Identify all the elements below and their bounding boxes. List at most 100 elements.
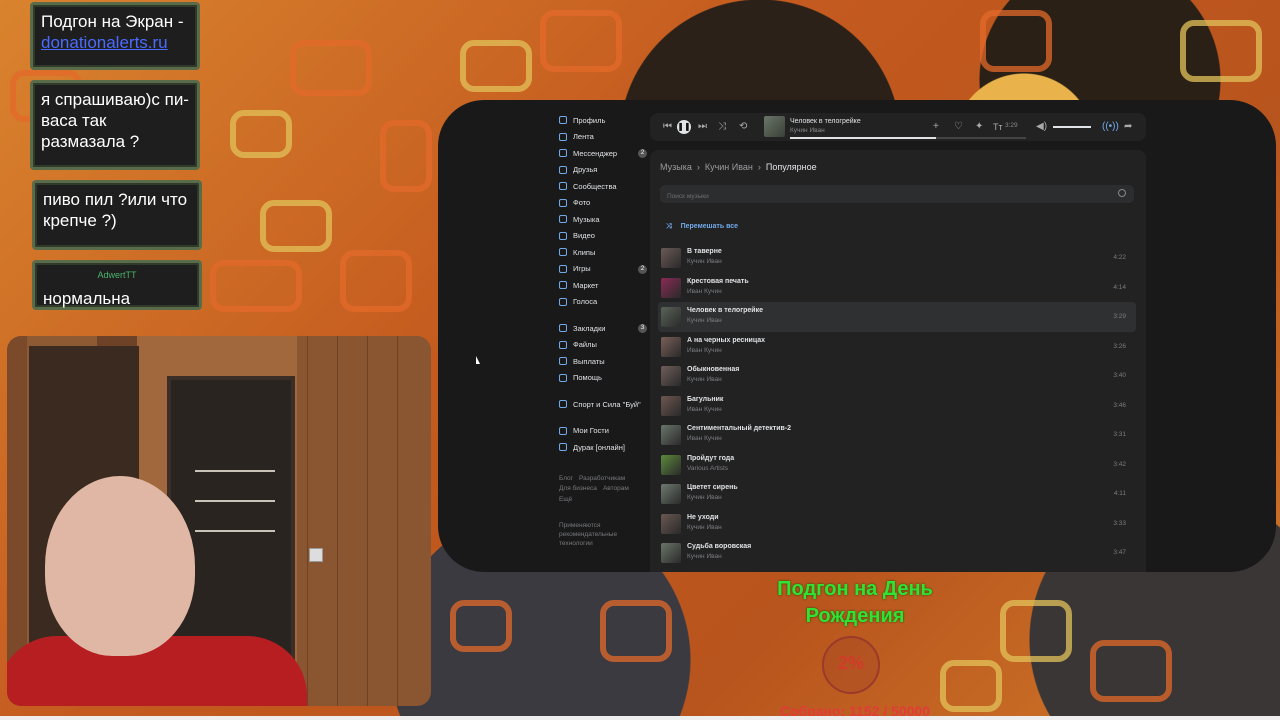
track-row[interactable]: Крестовая печать Иван Кучин 4:14 [658, 273, 1136, 303]
recommendation-note[interactable]: Применяются рекомендательные технологии [559, 521, 629, 548]
sidebar-item[interactable]: Видео [559, 228, 645, 245]
track-row[interactable]: Не уходи Кучин Иван 3:33 [658, 509, 1136, 539]
breadcrumb-artist[interactable]: Кучин Иван [705, 162, 753, 172]
track-row[interactable]: А на черных ресницах Иван Кучин 3:26 [658, 332, 1136, 362]
track-cover [661, 336, 681, 357]
chat-author: AdwertTT [97, 270, 137, 280]
track-artist: Кучин Иван [687, 376, 722, 383]
sidebar-item[interactable]: Сообщества [559, 178, 645, 195]
counter-badge: 2 [638, 149, 647, 158]
volume-slider[interactable] [1053, 126, 1091, 128]
sidebar-item[interactable]: Музыка [559, 211, 645, 228]
track-row[interactable]: Цветет сирень Кучин Иван 4:11 [658, 479, 1136, 509]
lyrics-icon[interactable]: Tт [993, 120, 1003, 134]
track-row[interactable]: Судьба воровская Кучин Иван 3:47 [658, 538, 1136, 568]
sidebar-item[interactable]: Профиль [559, 112, 645, 129]
track-duration: 3:31 [1113, 431, 1126, 438]
sidebar-item[interactable]: Лента [559, 129, 645, 146]
now-playing-artist: Кучин Иван [790, 127, 825, 134]
track-artist: Various Artists [687, 464, 729, 472]
track-row[interactable]: Обыкновенная Кучин Иван 3:40 [658, 361, 1136, 391]
sidebar-item[interactable]: Спорт и Сила "Буй" [559, 396, 645, 413]
footer-link[interactable]: Авторам [603, 485, 629, 492]
footer-link[interactable]: Ещё [559, 496, 572, 503]
sidebar-item-label: Лента [573, 132, 594, 142]
counter-badge: 3 [638, 324, 647, 333]
track-duration: 3:40 [1113, 372, 1126, 379]
help-icon [559, 373, 567, 382]
shuffle-all-button[interactable]: ⤨ Перемешать все [666, 223, 738, 231]
sidebar-item[interactable]: Мессенджер 2 [559, 145, 647, 162]
sidebar-item[interactable]: Выплаты [559, 353, 645, 370]
votes-icon [559, 297, 567, 306]
sidebar-item[interactable]: Голоса [559, 294, 645, 311]
messenger-icon [559, 149, 567, 158]
chat-link[interactable]: donationalerts.ru [41, 32, 189, 53]
shuffle-icon[interactable]: ⤨ [718, 120, 726, 134]
game-app-icon [559, 443, 567, 452]
bookmarks-icon [559, 324, 567, 333]
footer-link[interactable]: Блог [559, 475, 573, 482]
sidebar-item[interactable]: Фото [559, 195, 645, 212]
sidebar-item[interactable]: Дурак [онлайн] [559, 439, 645, 456]
track-title: Пройдут года [687, 454, 735, 462]
track-title: А на черных ресницах [687, 336, 766, 344]
track-duration: 3:47 [1113, 549, 1126, 556]
sidebar-item[interactable]: Друзья [559, 162, 645, 179]
add-icon[interactable]: + [933, 120, 939, 134]
sidebar-item[interactable]: Мои Гости [559, 423, 645, 440]
sidebar-item-label: Маркет [573, 280, 599, 290]
track-list: В таверне Кучин Иван 4:22 Крестовая печать И… [658, 243, 1136, 568]
sidebar-item-label: Выплаты [573, 356, 605, 366]
sidebar-item[interactable]: Игры 2 [559, 261, 647, 278]
recommend-icon[interactable]: ✦ [975, 120, 983, 134]
track-row[interactable]: В таверне Кучин Иван 4:22 [658, 243, 1136, 273]
track-artist: Кучин Иван [687, 317, 722, 324]
track-artist: Кучин Иван [687, 258, 722, 265]
breadcrumb: Музыка › Кучин Иван › Популярное [660, 162, 817, 172]
pause-button[interactable]: ❚❚ [677, 120, 691, 134]
track-duration: 3:46 [1113, 401, 1126, 409]
sidebar-item[interactable]: Закладки 3 [559, 320, 647, 337]
music-content: Музыка›Кучин Иван›Популярное ⤨ Перемешать… [650, 150, 1146, 572]
friends-icon [559, 165, 567, 174]
dislike-icon[interactable]: ♡ [954, 120, 963, 134]
track-row[interactable]: Багульник Иван Кучин 3:46 [658, 391, 1136, 421]
next-track-icon[interactable]: ⏭ [698, 120, 707, 134]
footer-link[interactable]: Для бизнеса [559, 485, 597, 492]
sidebar-item-label: Игры [573, 264, 591, 274]
search-icon[interactable] [1118, 189, 1126, 197]
sidebar-item-label: Мои Гости [573, 426, 609, 436]
track-title: В таверне [687, 248, 722, 255]
track-artist: Кучин Иван [687, 553, 722, 560]
goal-percent: 2% [837, 653, 864, 673]
sidebar-item-label: Закладки [573, 323, 606, 333]
chat-message: пиво пил ?или что крепче ?) [32, 180, 202, 250]
chat-message: Подгон на Экран - donationalerts.ru [30, 2, 200, 70]
footer-link[interactable]: Разработчикам [579, 475, 625, 482]
volume-icon[interactable]: ◀) [1036, 120, 1047, 134]
track-row[interactable]: Пройдут года Various Artists 3:42 [658, 450, 1136, 480]
sidebar-footer: Блог Разработчикам Для бизнеса Авторам Ещё Пр… [559, 474, 645, 549]
track-row[interactable]: Человек в телогрейке Кучин Иван 3:29 [658, 302, 1136, 332]
sidebar-item[interactable]: Клипы [559, 244, 645, 261]
track-row[interactable]: Сентиментальный детектив-2 Иван Кучин 3:31 [658, 420, 1136, 450]
prev-track-icon[interactable]: ⏮ [663, 120, 672, 134]
sidebar-item-label: Спорт и Сила "Буй" [573, 399, 641, 409]
sidebar-item-label: Музыка [573, 214, 600, 224]
goal-bar [0, 716, 1280, 720]
repeat-icon[interactable]: ⟲ [739, 120, 747, 134]
guests-icon [559, 426, 567, 435]
progress-bar[interactable] [790, 137, 1026, 139]
chat-message: я спрашиваю)с пи- васа так размазала ? [30, 80, 200, 170]
sidebar-item[interactable]: Маркет [559, 277, 645, 294]
broadcast-icon[interactable]: ((•)) [1102, 120, 1119, 134]
search-input[interactable] [660, 187, 1104, 206]
share-icon[interactable]: ➦ [1124, 120, 1132, 134]
sidebar-item-label: Друзья [573, 165, 598, 175]
sidebar-item[interactable]: Файлы [559, 337, 645, 354]
sidebar-item[interactable]: Помощь [559, 370, 645, 387]
audio-player: ⏮ ❚❚ ⏭ ⤨ ⟲ Человек в телогрейке Кучин Ив… [650, 113, 1146, 141]
breadcrumb-music[interactable]: Музыка [660, 162, 692, 172]
sidebar-item-label: Видео [573, 231, 595, 241]
